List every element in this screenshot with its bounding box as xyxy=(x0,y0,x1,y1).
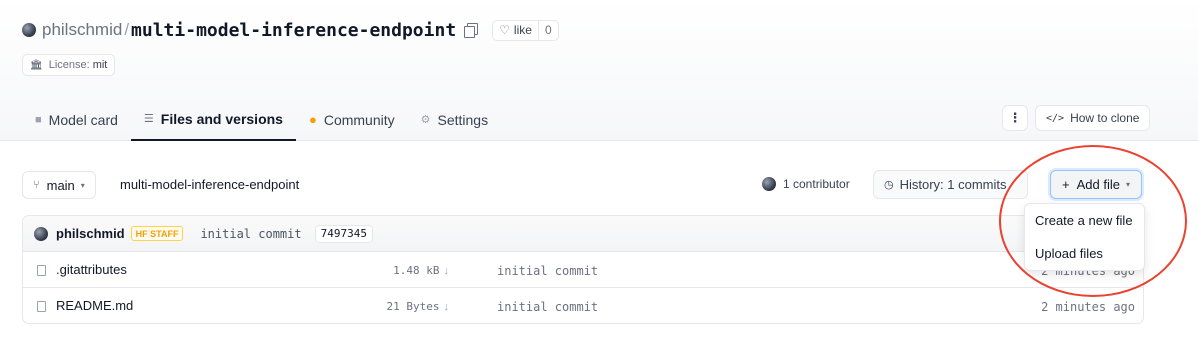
clock-icon: ◷ xyxy=(884,179,894,191)
like-button-main[interactable]: ♡ like xyxy=(493,21,538,40)
repo-tabs: ■ Model card ☰ Files and versions ● Comm… xyxy=(22,98,501,141)
license-tag[interactable]: 🏛 License: mit xyxy=(22,54,116,76)
file-time: 2 minutes ago xyxy=(1041,300,1135,314)
tab-settings[interactable]: ⚙ Settings xyxy=(408,98,501,141)
file-icon xyxy=(37,265,46,276)
add-file-label: Add file xyxy=(1076,177,1120,192)
tab-label: Files and versions xyxy=(160,110,283,127)
like-label: like xyxy=(513,23,532,37)
commit-author[interactable]: philschmid xyxy=(56,226,125,241)
repo-owner-link[interactable]: philschmid xyxy=(42,20,122,40)
plus-icon: + xyxy=(1062,177,1070,192)
repo-name-link[interactable]: multi-model-inference-endpoint xyxy=(131,20,456,41)
file-size-download[interactable]: 1.48 kB ↓ xyxy=(393,264,449,277)
file-table: philschmid HF STAFF initial commit 74973… xyxy=(22,215,1144,324)
current-path: multi-model-inference-endpoint xyxy=(120,177,300,192)
branch-selector[interactable]: ⑂ main ▾ xyxy=(22,171,96,199)
staff-badge: HF STAFF xyxy=(130,226,184,241)
add-file-button[interactable]: + Add file ▾ xyxy=(1050,170,1142,199)
tab-label: Settings xyxy=(437,111,489,128)
cube-icon: ■ xyxy=(35,113,42,126)
gear-icon: ⚙ xyxy=(420,114,431,126)
commit-message[interactable]: initial commit xyxy=(200,227,301,241)
download-icon: ↓ xyxy=(443,301,450,313)
branch-label: main xyxy=(46,177,75,193)
history-button[interactable]: ◷ History: 1 commits xyxy=(873,170,1028,199)
download-icon: ↓ xyxy=(443,265,450,277)
chevron-down-icon: ▾ xyxy=(80,180,85,190)
heart-icon: ♡ xyxy=(499,23,510,37)
tab-label: Community xyxy=(323,111,395,128)
tab-label: Model card xyxy=(48,111,118,128)
menu-item-upload-files[interactable]: Upload files xyxy=(1035,246,1103,261)
community-icon: ● xyxy=(308,112,317,127)
file-size: 1.48 kB xyxy=(393,264,440,277)
chevron-down-icon: ▾ xyxy=(1125,180,1130,189)
commit-author-avatar[interactable] xyxy=(34,226,48,241)
file-row: README.md 21 Bytes ↓ initial commit 2 min… xyxy=(23,288,1143,323)
commit-hash[interactable]: 7497345 xyxy=(314,224,373,243)
tab-community[interactable]: ● Community xyxy=(296,98,408,141)
history-label: History: 1 commits xyxy=(899,177,1007,192)
like-button[interactable]: ♡ like 0 xyxy=(492,19,559,41)
file-name[interactable]: README.md xyxy=(56,298,133,313)
file-row: .gitattributes 1.48 kB ↓ initial commit 2… xyxy=(23,252,1143,288)
file-commit-message[interactable]: initial commit xyxy=(497,300,598,314)
file-icon xyxy=(37,301,46,312)
file-name[interactable]: .gitattributes xyxy=(56,262,127,277)
path-separator: / xyxy=(124,20,130,39)
tab-model-card[interactable]: ■ Model card xyxy=(22,98,131,141)
license-key: License: xyxy=(48,59,90,71)
file-size-download[interactable]: 21 Bytes ↓ xyxy=(387,300,449,313)
branch-icon: ⑂ xyxy=(33,179,40,191)
license-icon: 🏛 xyxy=(30,59,43,71)
list-icon: ☰ xyxy=(143,113,154,125)
contributors-label: 1 contributor xyxy=(783,177,850,191)
menu-item-create-new-file[interactable]: Create a new file xyxy=(1035,213,1133,228)
like-count[interactable]: 0 xyxy=(537,20,558,40)
contributors-link[interactable]: 1 contributor xyxy=(762,177,850,191)
how-to-clone-button[interactable]: </> How to clone xyxy=(1035,105,1151,131)
copy-icon[interactable] xyxy=(464,23,479,38)
clone-label: How to clone xyxy=(1070,111,1140,125)
more-options-button[interactable]: ⋮ xyxy=(1002,105,1028,131)
repo-title-line: philschmid / multi-model-inference-endpo… xyxy=(22,18,559,42)
add-file-menu: Create a new file Upload files xyxy=(1024,203,1145,271)
contributor-avatar xyxy=(762,177,776,191)
file-size: 21 Bytes xyxy=(386,300,440,313)
file-commit-message[interactable]: initial commit xyxy=(497,264,598,278)
license-value: mit xyxy=(92,59,108,71)
last-commit-row: philschmid HF STAFF initial commit 74973… xyxy=(23,216,1143,252)
code-icon: </> xyxy=(1046,112,1065,124)
tab-files-and-versions[interactable]: ☰ Files and versions xyxy=(130,98,296,141)
owner-avatar[interactable] xyxy=(22,23,36,37)
